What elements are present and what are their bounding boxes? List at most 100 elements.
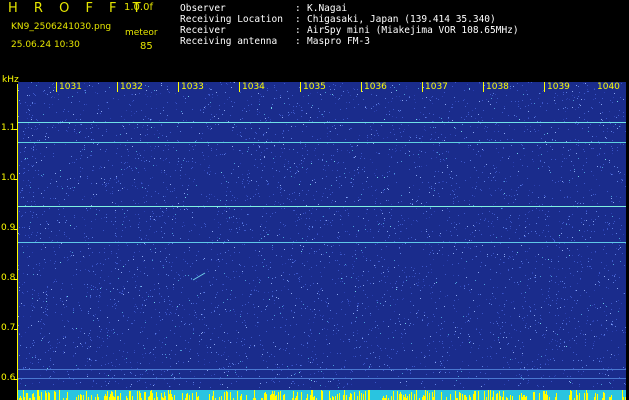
- noise-speck: [212, 284, 213, 285]
- noise-speck: [101, 386, 102, 387]
- noise-speck: [226, 191, 227, 192]
- noise-speck: [35, 170, 36, 171]
- noise-speck: [354, 261, 355, 262]
- noise-speck: [242, 174, 243, 175]
- noise-speck: [271, 152, 272, 153]
- noise-speck: [579, 92, 580, 93]
- noise-speck: [547, 359, 548, 360]
- noise-speck: [267, 181, 268, 182]
- noise-speck: [119, 350, 120, 351]
- noise-speck: [376, 104, 377, 105]
- noise-speck: [161, 296, 162, 297]
- noise-speck: [236, 321, 237, 322]
- noise-speck: [151, 156, 152, 157]
- noise-speck: [609, 111, 610, 112]
- noise-speck: [546, 225, 547, 226]
- noise-speck: [192, 158, 193, 159]
- noise-speck: [299, 164, 300, 165]
- noise-speck: [266, 141, 267, 142]
- noise-speck: [343, 119, 344, 120]
- noise-speck: [515, 232, 516, 233]
- noise-speck: [61, 186, 62, 187]
- noise-speck: [351, 277, 352, 278]
- noise-speck: [48, 228, 49, 229]
- noise-speck: [157, 130, 158, 131]
- noise-speck: [242, 183, 243, 184]
- noise-speck: [543, 334, 544, 335]
- noise-speck: [100, 331, 101, 332]
- noise-speck: [599, 143, 600, 144]
- noise-speck: [25, 235, 26, 236]
- noise-speck: [246, 356, 247, 357]
- noise-speck: [189, 314, 190, 315]
- noise-speck: [143, 125, 144, 126]
- noise-speck: [233, 364, 234, 365]
- noise-speck: [202, 152, 203, 153]
- noise-speck: [24, 151, 25, 152]
- info-colon: :: [295, 3, 301, 14]
- noise-speck: [558, 261, 559, 262]
- noise-speck: [498, 313, 499, 314]
- noise-speck: [176, 307, 177, 308]
- noise-speck: [310, 387, 311, 388]
- noise-speck: [526, 90, 527, 91]
- noise-speck: [147, 275, 148, 276]
- noise-speck: [327, 356, 328, 357]
- noise-speck: [594, 231, 595, 232]
- noise-speck: [345, 139, 346, 140]
- noise-speck: [260, 155, 261, 156]
- noise-speck: [188, 361, 189, 362]
- noise-speck: [224, 273, 225, 274]
- noise-speck: [236, 342, 237, 343]
- noise-speck: [21, 336, 22, 337]
- noise-speck: [193, 303, 194, 304]
- noise-speck: [116, 359, 117, 360]
- noise-speck: [375, 203, 376, 204]
- noise-speck: [485, 265, 486, 266]
- noise-speck: [358, 231, 359, 232]
- noise-speck: [331, 202, 332, 203]
- noise-speck: [39, 270, 40, 271]
- noise-speck: [231, 200, 232, 201]
- noise-speck: [526, 323, 527, 324]
- noise-speck: [612, 102, 613, 103]
- noise-speck: [508, 258, 509, 259]
- noise-speck: [229, 208, 230, 209]
- noise-speck: [127, 167, 128, 168]
- noise-speck: [221, 183, 222, 184]
- noise-speck: [303, 345, 304, 346]
- noise-speck: [58, 130, 59, 131]
- noise-speck: [98, 320, 99, 321]
- noise-speck: [397, 287, 398, 288]
- noise-speck: [514, 195, 515, 196]
- noise-speck: [127, 210, 128, 211]
- noise-speck: [32, 252, 33, 253]
- noise-speck: [222, 290, 223, 291]
- noise-speck: [362, 303, 363, 304]
- noise-speck: [501, 236, 502, 237]
- noise-speck: [21, 379, 22, 380]
- noise-speck: [326, 176, 327, 177]
- noise-speck: [205, 224, 206, 225]
- info-row-observer: Observer: K.Nagai: [180, 3, 347, 14]
- noise-speck: [548, 225, 549, 226]
- noise-speck: [283, 272, 284, 273]
- noise-speck: [439, 117, 440, 118]
- noise-speck: [245, 280, 246, 281]
- noise-speck: [439, 143, 440, 144]
- noise-speck: [330, 310, 331, 311]
- noise-speck: [564, 306, 565, 307]
- noise-speck: [250, 198, 251, 199]
- noise-speck: [59, 247, 60, 248]
- noise-speck: [529, 248, 530, 249]
- noise-speck: [38, 362, 39, 363]
- noise-speck: [106, 131, 107, 132]
- noise-speck: [296, 240, 297, 241]
- noise-speck: [126, 358, 127, 359]
- noise-speck: [549, 167, 550, 168]
- noise-speck: [268, 277, 269, 278]
- noise-speck: [589, 356, 590, 357]
- noise-speck: [18, 90, 19, 91]
- noise-speck: [522, 263, 523, 264]
- noise-speck: [444, 92, 445, 93]
